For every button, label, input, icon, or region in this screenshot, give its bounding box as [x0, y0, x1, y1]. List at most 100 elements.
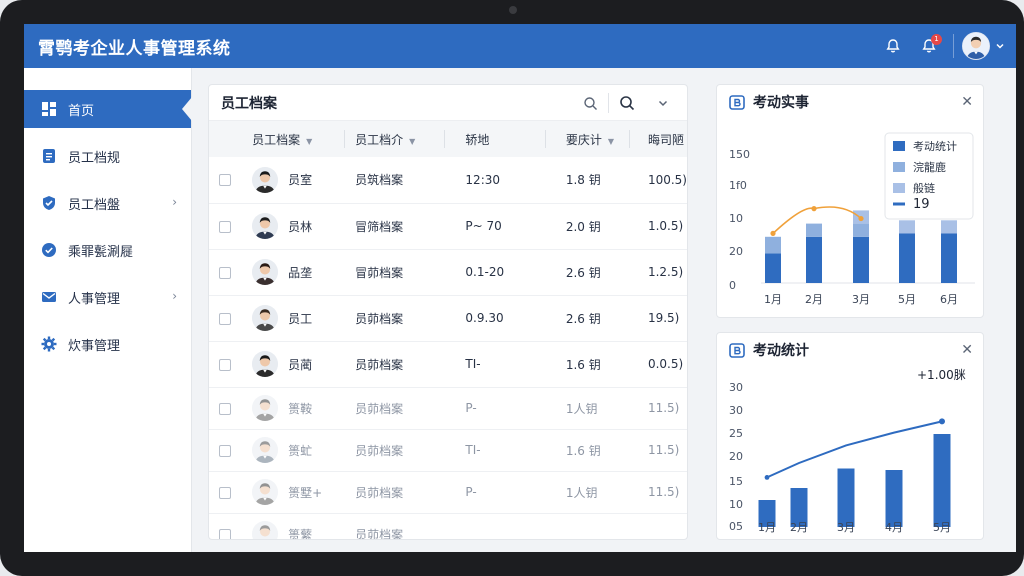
employee-name: 篑虻	[288, 443, 313, 458]
table-row[interactable]: 篑墅+ 员茆档案 P- 1人钥 11.5)	[209, 471, 687, 513]
x-tick-label: 2月	[805, 293, 823, 306]
sidebar-item-employee-files[interactable]: 员工档盤 ›	[24, 184, 191, 222]
table-row[interactable]: 员蔺 员茆档案 TI- 1.6 钥 0.0.5)	[209, 341, 687, 387]
bar-segment	[853, 223, 869, 237]
table-cell: TI-	[445, 429, 545, 471]
sidebar-item-employee-rules[interactable]: 员工档规	[24, 137, 191, 175]
camera-dot	[509, 6, 517, 14]
table-row[interactable]: 篑蘩 员茆档案	[209, 513, 687, 540]
row-checkbox[interactable]	[219, 486, 231, 499]
top-header: 霄鹗考企业人事管理系统 1	[24, 24, 1016, 68]
row-checkbox[interactable]	[219, 220, 231, 233]
calendar-b-icon	[729, 95, 745, 110]
employee-name: 篑墅+	[288, 485, 323, 500]
row-checkbox[interactable]	[219, 444, 231, 457]
search-icon[interactable]	[609, 85, 645, 121]
table-cell: TI-	[445, 341, 545, 387]
column-header[interactable]: 要庆计 ▼	[546, 121, 630, 157]
x-tick-label: 5月	[898, 293, 916, 306]
notification-bell-icon[interactable]: 1	[911, 24, 947, 68]
user-menu[interactable]	[962, 32, 1006, 60]
header-divider	[953, 34, 954, 58]
y-tick-label: 30	[729, 404, 743, 417]
archive-type: 员茆档案	[355, 357, 404, 372]
sidebar-item-label: 首页	[68, 103, 95, 119]
table-cell: 员茆档案	[345, 341, 445, 387]
chevron-down-icon[interactable]	[645, 85, 681, 121]
column-header[interactable]: 晦司陋	[630, 121, 687, 157]
table-row[interactable]: 员室 员筑档案 12:30 1.8 钥 100.5)	[209, 157, 687, 203]
y-tick-label: 25	[729, 427, 743, 440]
x-tick-label: 4月	[885, 521, 903, 534]
table-cell: 篑虻	[252, 429, 345, 471]
row-checkbox[interactable]	[219, 312, 231, 325]
sidebar-item-hr-management[interactable]: 人事管理 ›	[24, 278, 191, 316]
table-cell: 员筑档案	[345, 157, 445, 203]
score-value: 0.0.5)	[647, 357, 684, 371]
row-checkbox[interactable]	[219, 266, 231, 279]
chart-annotation: +1.00脒	[917, 367, 966, 382]
shield-icon	[40, 194, 58, 212]
row-checkbox[interactable]	[219, 358, 231, 371]
check-circle-icon	[40, 241, 58, 259]
amount-value: 1人钥	[565, 401, 598, 416]
row-checkbox[interactable]	[219, 528, 231, 539]
table-row[interactable]: 员工 员茆档案 0.9.30 2.6 钥 19.5)	[209, 295, 687, 341]
archive-type: 员茆档案	[355, 311, 404, 326]
table-row[interactable]: 品垄 冒茆档案 0.1-20 2.6 钥 1.2.5)	[209, 249, 687, 295]
table-cell	[445, 513, 545, 539]
table-cell	[630, 513, 687, 539]
y-tick-label: 20	[729, 450, 743, 463]
x-tick-label: 3月	[837, 521, 855, 534]
panel-title: 考动实事	[753, 95, 809, 111]
table-cell: 11.5)	[630, 429, 687, 471]
employee-name: 篑蘩	[288, 527, 313, 540]
employee-name: 员蔺	[288, 357, 313, 372]
search-icon[interactable]	[572, 85, 608, 121]
sidebar-item-process[interactable]: 乘罪甏涮屣	[24, 231, 191, 269]
trend-point	[811, 206, 817, 212]
chevron-right-icon: ›	[172, 289, 177, 303]
y-tick-label: 1f0	[729, 179, 747, 192]
panel-header: 考动统计 ✕	[717, 333, 983, 367]
x-tick-label: 2月	[790, 521, 808, 534]
trend-point	[770, 230, 776, 236]
column-header[interactable]: 员工档介 ▼	[345, 121, 446, 157]
employee-name: 篑鞍	[288, 401, 313, 416]
x-tick-label: 1月	[758, 521, 776, 534]
table-row[interactable]: 篑鞍 员茆档案 P- 1人钥 11.5)	[209, 387, 687, 429]
table-cell: 员茆档案	[345, 429, 445, 471]
bar-segment	[853, 236, 869, 283]
bar	[837, 468, 855, 527]
column-header[interactable]: 员工档案 ▼	[252, 121, 346, 157]
employee-table: 员工档案 ▼ 员工档介 ▼ 轿地 要庆计 ▼ 晦司陋 员室 员筑档案 12:30 1.8 钥…	[209, 121, 687, 540]
close-icon[interactable]: ✕	[961, 342, 973, 358]
close-icon[interactable]: ✕	[961, 94, 973, 110]
table-cell: 员工	[252, 295, 345, 341]
legend-swatch	[893, 141, 905, 151]
sidebar-item-home[interactable]: 首页	[24, 90, 192, 128]
x-tick-label: 5月	[933, 521, 951, 534]
table-cell: 1.2.5)	[630, 249, 687, 295]
bell-icon[interactable]	[875, 24, 911, 68]
place-value: P-	[465, 485, 477, 499]
table-cell: 冒筛档案	[345, 203, 445, 249]
row-checkbox[interactable]	[219, 174, 231, 187]
column-header[interactable]: 轿地	[445, 121, 546, 157]
row-checkbox[interactable]	[219, 402, 231, 415]
employee-avatar	[252, 395, 279, 421]
score-value: 1.0.5)	[647, 219, 684, 233]
table-row[interactable]: 员林 冒筛档案 P~ 70 2.0 钥 1.0.5)	[209, 203, 687, 249]
table-row[interactable]: 篑虻 员茆档案 TI- 1.6 钥 11.5)	[209, 429, 687, 471]
sidebar-item-label: 乘罪甏涮屣	[68, 244, 134, 260]
panel-title: 考动统计	[753, 343, 809, 359]
sidebar-item-affairs-management[interactable]: 炊事管理	[24, 325, 191, 363]
table-cell	[209, 341, 252, 387]
table-cell: 100.5)	[630, 157, 687, 203]
sidebar: 首页 员工档规 员工档盤 › 乘罪甏涮屣 人事管理 › 炊事管理	[24, 68, 192, 552]
panel-header: 考动实事 ✕	[717, 85, 983, 119]
document-icon	[40, 147, 58, 165]
app-screen: 霄鹗考企业人事管理系统 1 首页 员工档规 员工档盤 › 乘罪甏涮屣 人事管理 …	[24, 24, 1016, 552]
employee-avatar	[252, 351, 279, 377]
sidebar-item-label: 员工档规	[68, 150, 121, 166]
